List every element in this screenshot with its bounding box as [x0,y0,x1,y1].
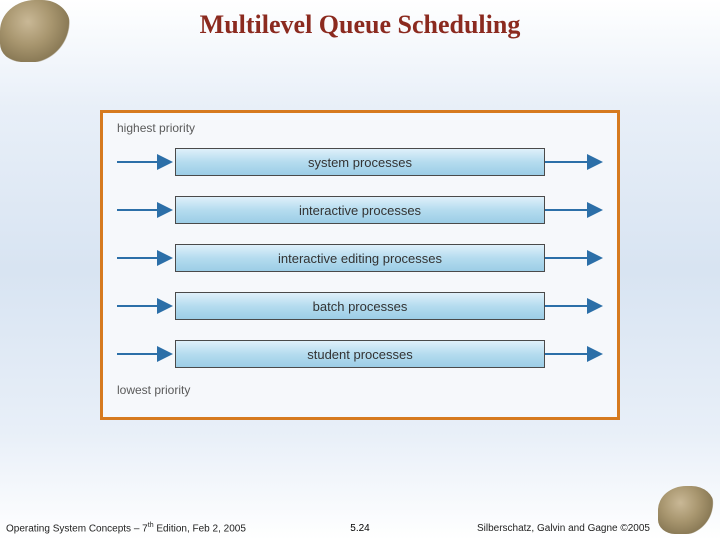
arrow-in-icon [117,152,175,172]
queue-row-interactive-editing: interactive editing processes [117,235,603,281]
queue-box-interactive: interactive processes [175,196,545,224]
slide-footer: Operating System Concepts – 7th Edition,… [6,522,650,534]
arrow-out-icon [545,200,603,220]
footer-right: Silberschatz, Galvin and Gagne ©2005 [477,523,650,534]
footer-left: Operating System Concepts – 7th Edition,… [6,522,246,534]
dinosaur-logo-bottom [658,486,714,534]
highest-priority-label: highest priority [117,121,603,135]
arrow-in-icon [117,344,175,364]
lowest-priority-label: lowest priority [117,383,603,397]
arrow-in-icon [117,296,175,316]
queue-row-system: system processes [117,139,603,185]
arrow-out-icon [545,152,603,172]
queue-box-batch: batch processes [175,292,545,320]
queue-box-system: system processes [175,148,545,176]
arrow-out-icon [545,248,603,268]
slide-title: Multilevel Queue Scheduling [0,10,720,40]
queue-row-student: student processes [117,331,603,377]
arrow-in-icon [117,200,175,220]
footer-left-post: Edition, Feb 2, 2005 [154,523,246,534]
footer-center: 5.24 [350,523,369,534]
arrow-out-icon [545,296,603,316]
queue-box-student: student processes [175,340,545,368]
queue-row-batch: batch processes [117,283,603,329]
queue-diagram: highest priority system processes intera… [100,110,620,420]
footer-left-pre: Operating System Concepts – 7 [6,523,148,534]
arrow-in-icon [117,248,175,268]
queue-row-interactive: interactive processes [117,187,603,233]
arrow-out-icon [545,344,603,364]
queue-box-interactive-editing: interactive editing processes [175,244,545,272]
